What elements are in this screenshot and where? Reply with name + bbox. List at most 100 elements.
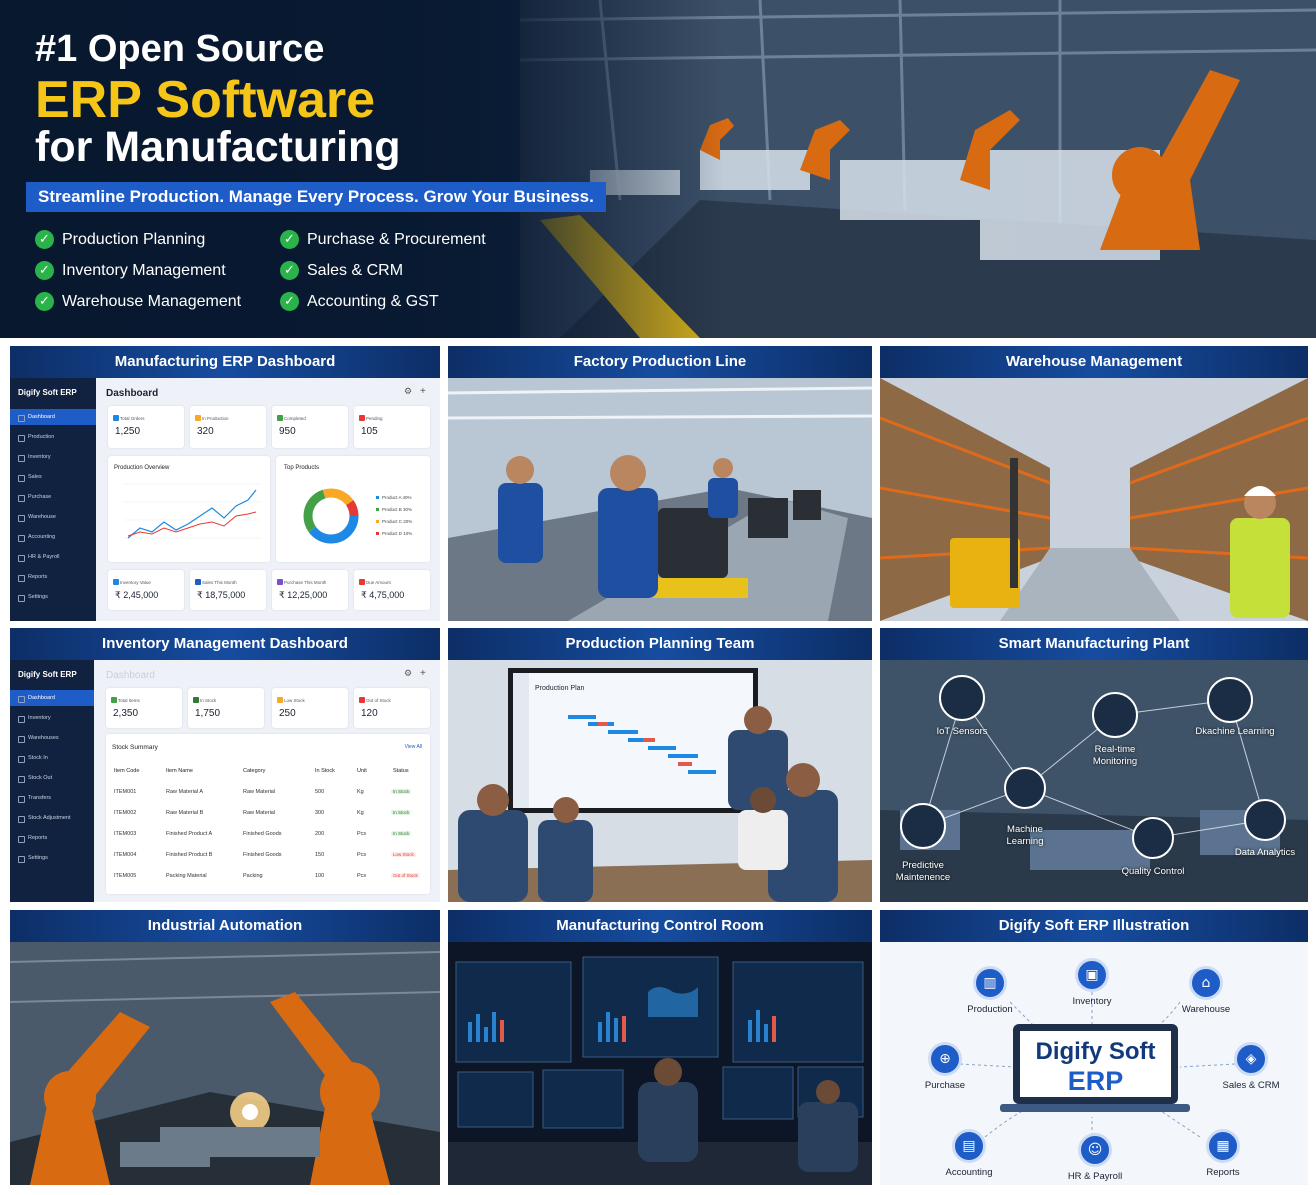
feature-item: ✓ Production Planning xyxy=(35,230,205,249)
stat-value: 250 xyxy=(279,708,296,719)
plus-icon[interactable]: + xyxy=(420,668,426,679)
brand-name: Digify Soft ERP xyxy=(18,670,77,679)
production-overview-panel: Production Overview xyxy=(108,456,270,562)
gear-icon[interactable]: ⚙ xyxy=(404,387,412,397)
module-inventory[interactable]: ▣ Inventory xyxy=(1047,958,1137,1007)
sidebar-item-warehouses[interactable]: Warehouses xyxy=(10,730,96,746)
sidebar-item-warehouse[interactable]: Warehouse xyxy=(10,509,96,525)
data-analytics-label: Data Analytics xyxy=(1234,847,1296,858)
sidebar-item-stock-out[interactable]: Stock Out xyxy=(10,770,96,786)
status-badge: In Stock xyxy=(391,789,412,794)
status-badge: Out of Stock xyxy=(391,873,420,878)
summary-value: ₹ 18,75,000 xyxy=(197,590,246,600)
tile-title: Smart Manufacturing Plant xyxy=(880,628,1308,660)
column-header: Unit xyxy=(357,768,367,774)
control-room-image xyxy=(448,942,872,1185)
sidebar-item-purchase[interactable]: Purchase xyxy=(10,489,96,505)
people-icon: ☺ xyxy=(1078,1133,1112,1167)
cell-in-stock: 100 xyxy=(315,873,325,879)
column-header: In Stock xyxy=(315,768,335,774)
erp-title-line2: ERP xyxy=(1067,1066,1124,1096)
sidebar-item-dashboard[interactable]: Dashboard xyxy=(10,409,96,425)
ledger-icon: ▤ xyxy=(952,1129,986,1163)
module-hr-payroll[interactable]: ☺ HR & Payroll xyxy=(1050,1133,1140,1182)
feature-item: ✓ Warehouse Management xyxy=(35,292,241,311)
column-header: Item Name xyxy=(166,768,193,774)
hero-title-line1: #1 Open Source xyxy=(35,28,325,70)
column-header: Status xyxy=(393,768,409,774)
sidebar-item-accounting[interactable]: Accounting xyxy=(10,529,96,545)
iot-sensors-label: IoT Sensors xyxy=(936,726,988,737)
dashboard-title: Dashboard xyxy=(106,388,159,399)
check-icon: ✓ xyxy=(35,292,54,311)
stat-card: Total Orders 1,250 xyxy=(108,406,184,448)
column-header: Category xyxy=(243,768,266,774)
module-reports[interactable]: ▦ Reports xyxy=(1178,1129,1268,1178)
tile-smart-manufacturing: Smart Manufacturing Plant IoT Sensors Dk… xyxy=(880,628,1308,902)
module-production[interactable]: ▥ Production xyxy=(945,966,1035,1015)
summary-label: Sales This Month xyxy=(202,580,237,585)
module-warehouse[interactable]: ⌂ Warehouse xyxy=(1161,966,1251,1015)
stat-label: Out of Stock xyxy=(366,698,391,703)
gear-icon[interactable]: ⚙ xyxy=(404,669,412,679)
realtime-monitoring-label: Real-time Monitoring xyxy=(1092,744,1138,767)
erp-illustration: Digify Soft ERP ▥ Production ▣ Inventory ⌂… xyxy=(880,942,1308,1185)
check-icon: ✓ xyxy=(280,292,299,311)
sidebar-item-reports[interactable]: Reports xyxy=(10,830,96,846)
sidebar-item-production[interactable]: Production xyxy=(10,429,96,445)
column-header: Item Code xyxy=(114,768,140,774)
tile-factory-production-line: Factory Production Line xyxy=(448,346,872,621)
cell-in-stock: 300 xyxy=(315,810,325,816)
stat-card: Completed 950 xyxy=(272,406,348,448)
tile-control-room: Manufacturing Control Room xyxy=(448,910,872,1185)
sidebar-item-transfers[interactable]: Transfers xyxy=(10,790,96,806)
plus-icon[interactable]: + xyxy=(420,386,426,397)
screen-title: Production Plan xyxy=(535,685,585,692)
sidebar-item-sales[interactable]: Sales xyxy=(10,469,96,485)
stat-value: 120 xyxy=(361,708,378,719)
tile-warehouse-management: Warehouse Management xyxy=(880,346,1308,621)
stat-icon xyxy=(111,697,117,703)
summary-value: ₹ 2,45,000 xyxy=(115,590,159,600)
tile-erp-illustration: Digify Soft ERP Illustration Digify Soft… xyxy=(880,910,1308,1185)
dashboard-sidebar: Digify Soft ERP Dashboard Production Inv… xyxy=(10,378,96,621)
quality-control-label: Quality Control xyxy=(1121,866,1185,877)
tile-inventory-dashboard: Inventory Management Dashboard Digify So… xyxy=(10,628,440,902)
stat-label: In Stock xyxy=(200,698,217,703)
view-all-link[interactable]: View All xyxy=(405,744,422,750)
module-label: Inventory xyxy=(1072,996,1112,1007)
feature-item: ✓ Purchase & Procurement xyxy=(280,230,486,249)
stat-icon xyxy=(359,415,365,421)
sidebar-item-inventory[interactable]: Inventory xyxy=(10,710,96,726)
sidebar-item-reports[interactable]: Reports xyxy=(10,569,96,585)
sidebar-item-inventory[interactable]: Inventory xyxy=(10,449,96,465)
cell-item-name: Finished Product B xyxy=(166,852,213,858)
cell-unit: Kg xyxy=(357,789,364,795)
feature-item: ✓ Accounting & GST xyxy=(280,292,439,311)
cell-item-name: Finished Product A xyxy=(166,831,213,837)
stat-icon xyxy=(195,415,201,421)
cell-item-code: ITEM003 xyxy=(114,831,137,837)
cell-item-code: ITEM001 xyxy=(114,789,137,795)
sidebar-item-settings[interactable]: Settings xyxy=(10,850,96,866)
feature-label: Inventory Management xyxy=(62,261,226,279)
module-purchase[interactable]: ⊕ Purchase xyxy=(900,1042,990,1091)
stat-icon xyxy=(359,697,365,703)
check-icon: ✓ xyxy=(280,261,299,280)
machine-learning-label: Machine Learning xyxy=(1006,824,1044,847)
sidebar-item-dashboard[interactable]: Dashboard xyxy=(10,690,94,706)
sidebar-item-stock-in[interactable]: Stock In xyxy=(10,750,96,766)
stat-value: 320 xyxy=(197,426,214,437)
sidebar-item-settings[interactable]: Settings xyxy=(10,589,96,605)
cell-category: Raw Material xyxy=(243,810,276,816)
stat-card: Total Items 2,350 xyxy=(106,688,182,728)
production-line-chart xyxy=(124,483,260,539)
module-accounting[interactable]: ▤ Accounting xyxy=(924,1129,1014,1178)
cart-icon: ⊕ xyxy=(928,1042,962,1076)
cell-item-name: Packing Material xyxy=(166,873,207,879)
cell-item-name: Raw Material A xyxy=(166,789,203,795)
sidebar-item-hr-payroll[interactable]: HR & Payroll xyxy=(10,549,96,565)
erp-dashboard-screenshot: Digify Soft ERP Dashboard Production Inv… xyxy=(10,378,440,621)
module-sales-crm[interactable]: ◈ Sales & CRM xyxy=(1206,1042,1296,1091)
sidebar-item-stock-adjustment[interactable]: Stock Adjustment xyxy=(10,810,96,826)
